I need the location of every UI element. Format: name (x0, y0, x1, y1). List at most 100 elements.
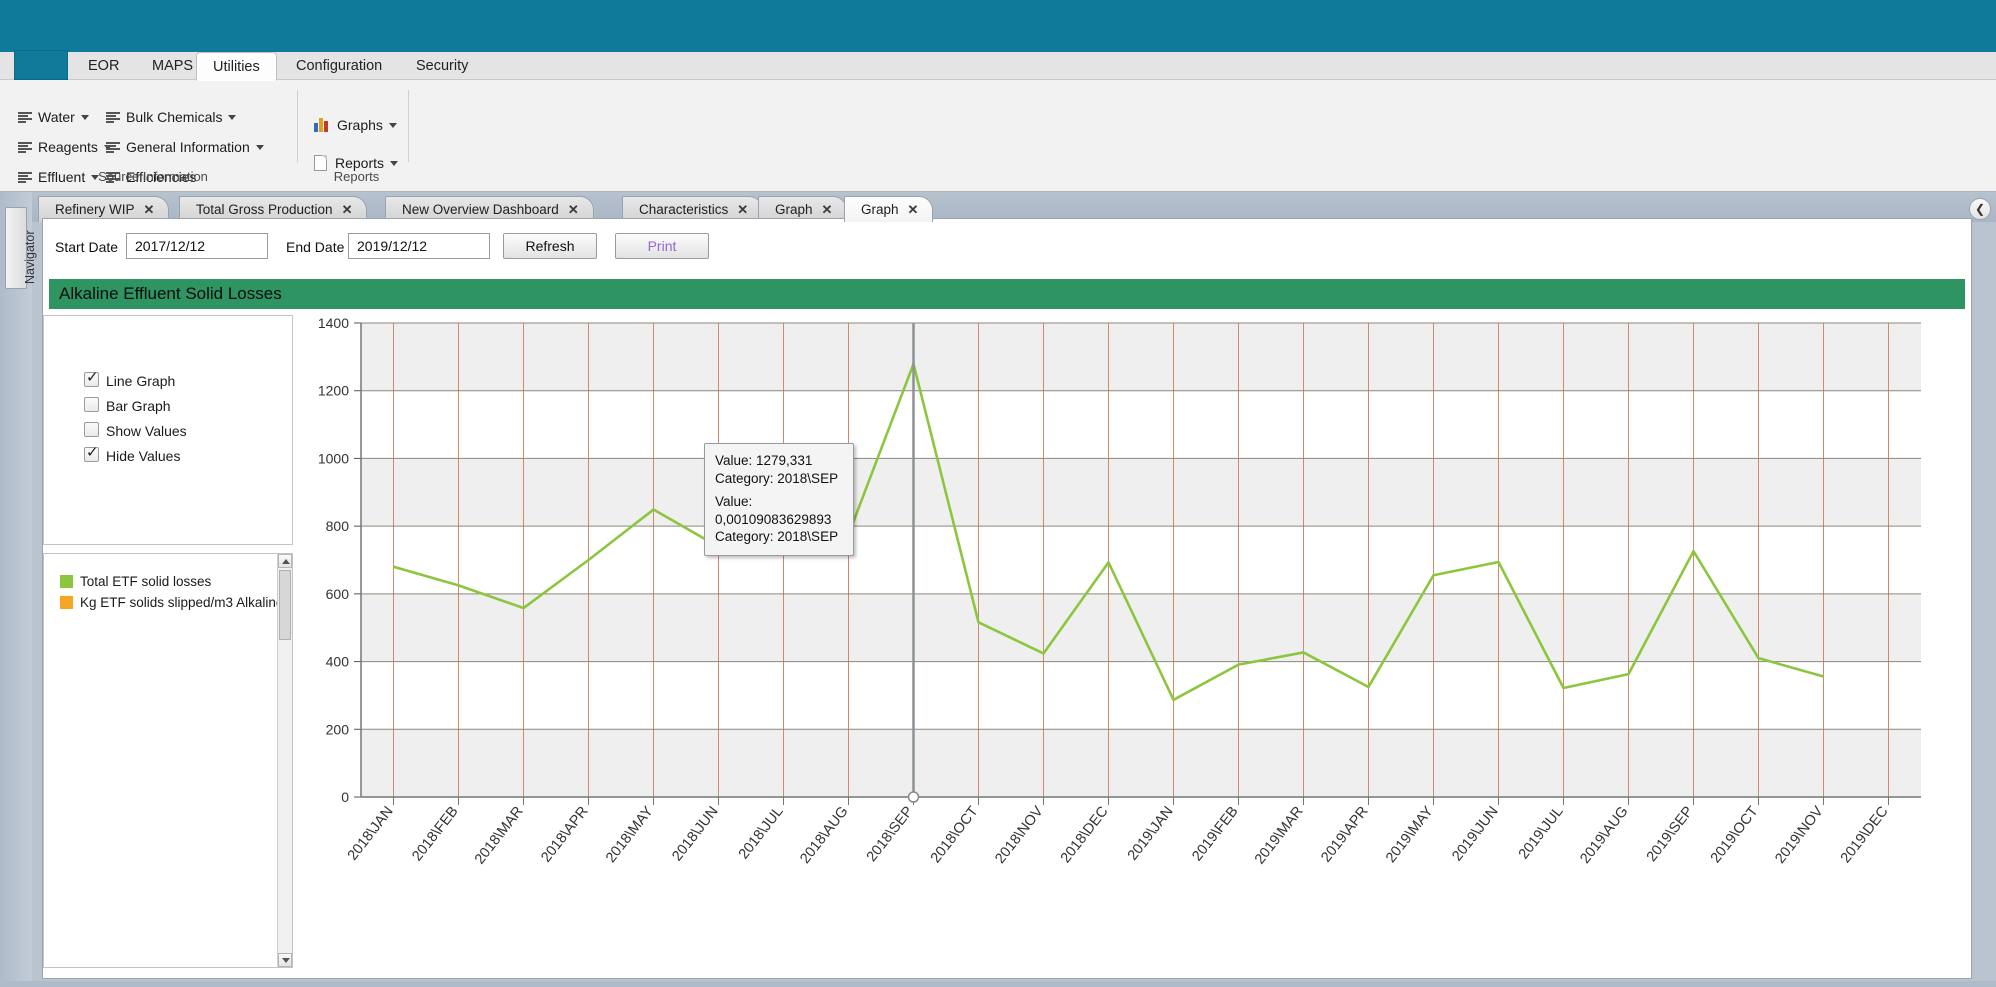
status-bar (0, 981, 1996, 987)
ribbon-item-label: Bulk Chemicals (126, 109, 223, 125)
doc-tab-label: Total Gross Production (196, 202, 333, 217)
navigator-tab[interactable]: Navigator (5, 207, 37, 289)
tooltip-category-1: Category: 2018\SEP (715, 470, 839, 486)
svg-text:2018\MAY: 2018\MAY (603, 803, 657, 866)
legend-scrollbar[interactable] (277, 554, 292, 967)
close-icon[interactable]: ✕ (737, 202, 748, 217)
option-hide-values[interactable]: Hide Values (84, 444, 181, 465)
ribbon-group-caption: Source Information (98, 169, 208, 184)
svg-text:2019\JUL: 2019\JUL (1516, 804, 1567, 863)
doc-tab-label: Characteristics (639, 202, 729, 217)
bar-chart-icon (314, 118, 330, 132)
checkbox-show-values[interactable] (84, 422, 99, 437)
ribbon-tab-eor[interactable]: EOR (72, 52, 135, 81)
ribbon-tab-utilities[interactable]: Utilities (196, 52, 277, 81)
option-label: Bar Graph (106, 398, 171, 414)
ribbon-item-label: Graphs (337, 117, 383, 133)
legend-swatch (60, 575, 73, 588)
svg-text:2018\JUL: 2018\JUL (736, 804, 787, 863)
chevron-down-icon[interactable] (255, 145, 264, 150)
close-icon[interactable]: ✕ (144, 202, 155, 217)
checkbox-line-graph[interactable] (84, 369, 99, 387)
tooltip-value-2: Value: 0,00109083629893 (715, 494, 832, 527)
ribbon-item-water[interactable]: Water (18, 106, 89, 128)
ribbon-item-general-information[interactable]: General Information (106, 136, 264, 158)
svg-text:800: 800 (326, 518, 350, 534)
close-icon[interactable]: ✕ (568, 202, 579, 217)
scroll-up-icon[interactable] (278, 554, 292, 568)
doc-tab-graph-2[interactable]: Graph ✕ (844, 196, 934, 222)
line-chart[interactable]: 0 200 400 600 800 1000 1200 1400 2018\JAN 2018\FE… (301, 315, 1961, 967)
ribbon-item-label: Water (38, 109, 75, 125)
collapse-panel-button[interactable]: ❮ (1969, 198, 1991, 220)
svg-text:2018\AUG: 2018\AUG (797, 804, 851, 867)
ribbon: EOR MAPS Utilities Configuration Securit… (0, 50, 1996, 192)
legend-item-total-etf-solid-losses: Total ETF solid losses (60, 574, 211, 590)
tooltip-category-2: Category: 2018\SEP (715, 529, 839, 544)
group-divider (408, 90, 409, 162)
navigator-label: Navigator (23, 230, 37, 285)
print-button[interactable]: Print (615, 233, 709, 259)
chevron-down-icon[interactable] (228, 115, 237, 120)
graph-legend-box: Total ETF solid losses Kg ETF solids sli… (43, 553, 293, 968)
start-date-input[interactable]: 2017/12/12 (126, 233, 268, 259)
ribbon-tab-configuration[interactable]: Configuration (280, 52, 398, 81)
close-icon[interactable]: ✕ (908, 202, 919, 217)
option-line-graph[interactable]: Line Graph (84, 369, 176, 390)
graph-side-panel: Line Graph Bar Graph Show Values Hide Va… (43, 315, 293, 978)
chevron-down-icon[interactable] (390, 161, 399, 166)
svg-text:2019\OCT: 2019\OCT (1708, 804, 1762, 867)
option-label: Hide Values (106, 448, 181, 464)
scroll-down-icon[interactable] (278, 953, 292, 967)
graph-options-box: Line Graph Bar Graph Show Values Hide Va… (43, 315, 293, 545)
ribbon-group-reports: Graphs Reports Reports (304, 84, 409, 184)
option-bar-graph[interactable]: Bar Graph (84, 397, 171, 415)
svg-text:600: 600 (326, 586, 350, 602)
end-date-input[interactable]: 2019/12/12 (348, 233, 490, 259)
ribbon-item-bulk-chemicals[interactable]: Bulk Chemicals (106, 106, 237, 128)
legend-swatch (60, 596, 73, 609)
svg-text:2018\JUN: 2018\JUN (669, 804, 721, 865)
svg-text:2019\MAR: 2019\MAR (1252, 804, 1307, 868)
chevron-down-icon[interactable] (388, 123, 397, 128)
ribbon-group-caption: Reports (333, 169, 380, 184)
svg-text:400: 400 (326, 654, 350, 670)
scrollbar-thumb[interactable] (279, 570, 291, 640)
doc-tab-label: Refinery WIP (55, 202, 135, 217)
svg-text:2018\MAR: 2018\MAR (472, 804, 527, 868)
ribbon-group-source-information: Water Reagents Effluent Bulk Chemicals G… (8, 84, 298, 185)
legend-label: Kg ETF solids slipped/m3 Alkaline (80, 595, 284, 610)
checkbox-hide-values[interactable] (84, 444, 99, 462)
svg-text:2018\FEB: 2018\FEB (409, 804, 461, 865)
navigator-rail: Navigator (0, 192, 37, 987)
ribbon-item-reagents[interactable]: Reagents (18, 136, 112, 158)
svg-text:0: 0 (341, 789, 349, 805)
ribbon-item-graphs[interactable]: Graphs (314, 114, 397, 136)
close-icon[interactable]: ✕ (822, 202, 833, 217)
checkbox-bar-graph[interactable] (84, 397, 99, 412)
lines-icon (18, 112, 32, 124)
graph-title-banner: Alkaline Effluent Solid Losses (49, 279, 1965, 309)
svg-text:2018\APR: 2018\APR (538, 804, 591, 866)
window-title-bar (0, 0, 1996, 52)
ribbon-item-label: General Information (126, 139, 250, 155)
application-menu-button[interactable] (14, 50, 68, 80)
svg-text:2018\OCT: 2018\OCT (928, 804, 982, 867)
svg-text:2019\SEP: 2019\SEP (1644, 804, 1697, 865)
refresh-button[interactable]: Refresh (503, 233, 597, 259)
svg-text:200: 200 (326, 721, 350, 737)
svg-text:2018\SEP: 2018\SEP (864, 804, 917, 865)
svg-text:2019\FEB: 2019\FEB (1189, 804, 1241, 865)
ribbon-body: Water Reagents Effluent Bulk Chemicals G… (0, 80, 1996, 191)
option-label: Line Graph (106, 373, 176, 389)
option-show-values[interactable]: Show Values (84, 422, 187, 440)
group-divider (297, 90, 298, 162)
legend-item-kg-etf-solids-slipped: Kg ETF solids slipped/m3 Alkaline (60, 595, 283, 611)
ribbon-tab-security[interactable]: Security (400, 52, 484, 81)
chart-tooltip: Value: 1279,331 Category: 2018\SEP Value… (704, 443, 854, 556)
close-icon[interactable]: ✕ (342, 202, 353, 217)
svg-text:2019\JUN: 2019\JUN (1449, 804, 1501, 865)
graph-toolbar: Start Date 2017/12/12 End Date 2019/12/1… (43, 219, 1971, 281)
option-label: Show Values (106, 423, 187, 439)
chevron-down-icon[interactable] (80, 115, 89, 120)
